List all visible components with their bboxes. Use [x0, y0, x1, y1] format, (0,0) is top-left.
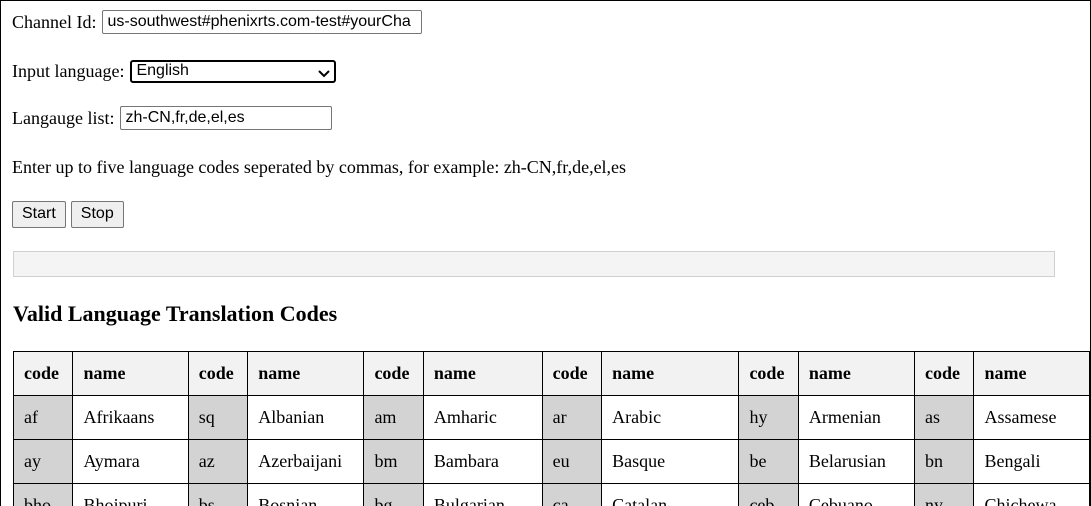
language-name-cell: Belarusian [798, 440, 914, 484]
language-list-row: Langauge list: [12, 106, 332, 130]
language-name-cell: Bhojpuri [73, 484, 188, 506]
language-code-cell: ca [542, 484, 601, 506]
language-name-cell: Aymara [73, 440, 188, 484]
start-button[interactable]: Start [12, 201, 66, 228]
language-code-cell: bs [188, 484, 247, 506]
table-header-name: name [602, 352, 739, 396]
language-name-cell: Albanian [248, 396, 364, 440]
stop-button[interactable]: Stop [71, 201, 124, 228]
table-row: bhoBhojpuribsBosnianbgBulgariancaCatalan… [14, 484, 1090, 506]
table-header-row: codenamecodenamecodenamecodenamecodename… [14, 352, 1090, 396]
language-name-cell: Basque [602, 440, 739, 484]
table-row: afAfrikaanssqAlbanianamAmharicarArabichy… [14, 396, 1090, 440]
page-frame: Channel Id: Input language: English Lang… [0, 0, 1091, 506]
language-code-cell: bho [14, 484, 73, 506]
language-name-cell: Catalan [602, 484, 739, 506]
channel-id-input[interactable] [102, 10, 422, 34]
language-name-cell: Bambara [423, 440, 542, 484]
button-row: Start Stop [12, 200, 129, 228]
table-header-name: name [974, 352, 1090, 396]
language-code-cell: sq [188, 396, 247, 440]
chevron-down-icon [318, 66, 330, 76]
language-name-cell: Afrikaans [73, 396, 188, 440]
table-header-code: code [364, 352, 423, 396]
language-code-cell: bn [915, 440, 974, 484]
language-name-cell: Azerbaijani [248, 440, 364, 484]
language-name-cell: Chichewa [974, 484, 1090, 506]
language-code-cell: hy [739, 396, 798, 440]
table-header-code: code [188, 352, 247, 396]
language-codes-table: codenamecodenamecodenamecodenamecodename… [13, 351, 1090, 506]
language-code-cell: ar [542, 396, 601, 440]
input-language-row: Input language: English [12, 59, 336, 83]
language-code-cell: bg [364, 484, 423, 506]
language-code-cell: bm [364, 440, 423, 484]
language-code-cell: ny [915, 484, 974, 506]
table-header-code: code [14, 352, 73, 396]
language-code-cell: ceb [739, 484, 798, 506]
table-body: afAfrikaanssqAlbanianamAmharicarArabichy… [14, 396, 1090, 506]
language-code-cell: af [14, 396, 73, 440]
language-name-cell: Amharic [423, 396, 542, 440]
language-list-input[interactable] [120, 106, 332, 130]
table-header-name: name [423, 352, 542, 396]
language-list-label: Langauge list: [12, 108, 114, 129]
language-name-cell: Bosnian [248, 484, 364, 506]
input-language-select[interactable]: English [130, 60, 336, 83]
table-header-code: code [915, 352, 974, 396]
table-row: ayAymaraazAzerbaijanibmBambaraeuBasquebe… [14, 440, 1090, 484]
language-name-cell: Cebuano [798, 484, 914, 506]
language-code-cell: be [739, 440, 798, 484]
table-header-name: name [73, 352, 188, 396]
language-code-cell: as [915, 396, 974, 440]
output-area [13, 251, 1055, 277]
help-text-row: Enter up to five language codes seperate… [12, 155, 626, 179]
language-name-cell: Arabic [602, 396, 739, 440]
help-text: Enter up to five language codes seperate… [12, 157, 626, 178]
channel-id-label: Channel Id: [12, 12, 96, 33]
language-code-cell: ay [14, 440, 73, 484]
language-code-cell: eu [542, 440, 601, 484]
language-name-cell: Armenian [798, 396, 914, 440]
input-language-label: Input language: [12, 61, 124, 82]
table-header-code: code [739, 352, 798, 396]
input-language-selected-value: English [136, 62, 188, 80]
table-header-name: name [798, 352, 914, 396]
language-name-cell: Bengali [974, 440, 1090, 484]
table-header-name: name [248, 352, 364, 396]
language-code-cell: am [364, 396, 423, 440]
table-header-code: code [542, 352, 601, 396]
section-title: Valid Language Translation Codes [13, 301, 337, 327]
language-name-cell: Assamese [974, 396, 1090, 440]
language-code-cell: az [188, 440, 247, 484]
language-name-cell: Bulgarian [423, 484, 542, 506]
channel-id-row: Channel Id: [12, 10, 422, 34]
